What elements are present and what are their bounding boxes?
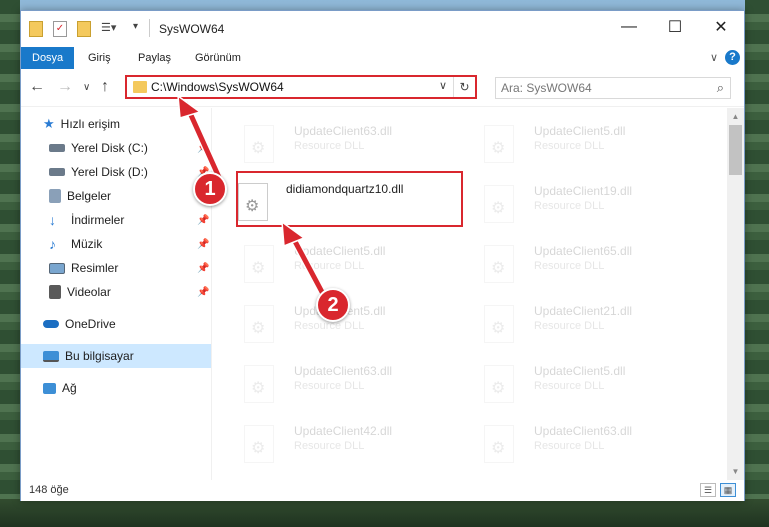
arrow-2-head <box>281 220 306 248</box>
callout-badge-1: 1 <box>193 172 227 206</box>
callout-badge-2: 2 <box>316 288 350 322</box>
annotation-arrows <box>177 94 326 296</box>
arrow-1-head <box>177 94 202 119</box>
